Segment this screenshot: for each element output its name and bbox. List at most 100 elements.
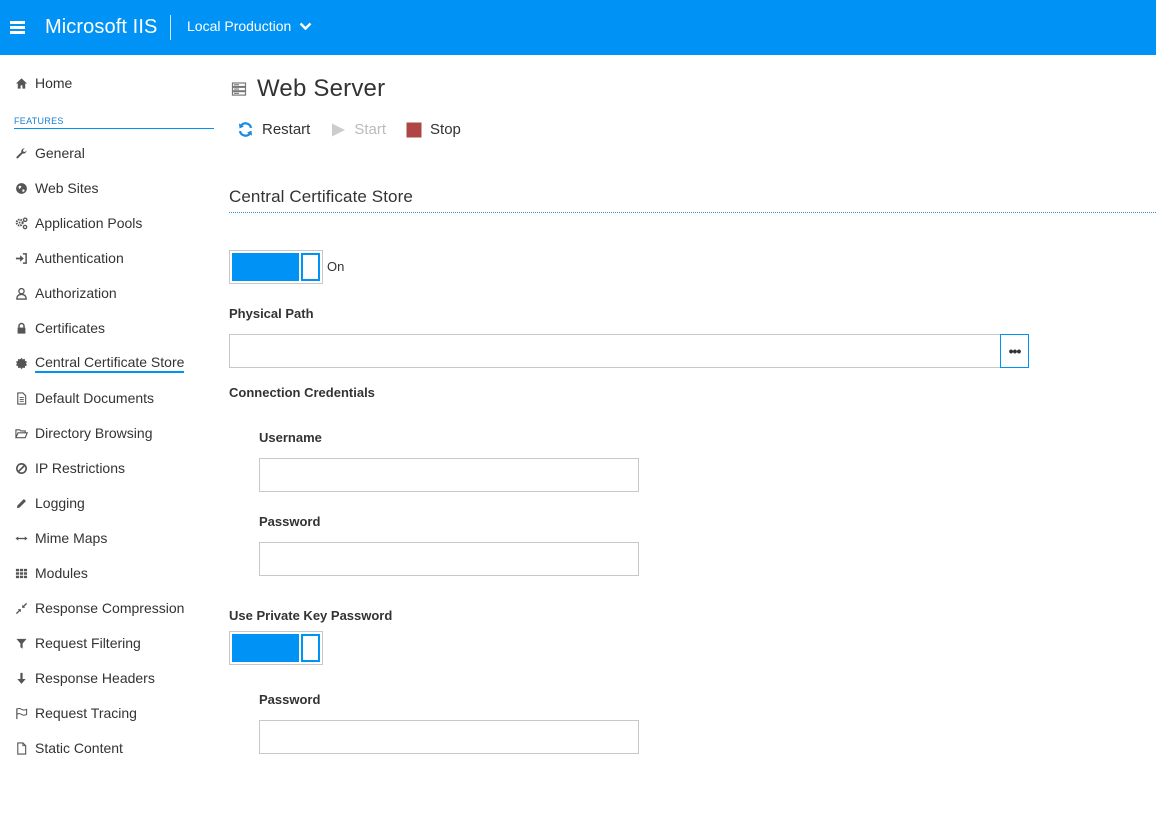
- globe-icon: [14, 181, 28, 195]
- pencil-icon: [14, 496, 28, 510]
- enabled-toggle-label: On: [327, 259, 345, 274]
- private-key-password-label: Password: [259, 692, 321, 707]
- sidebar-item-label: IP Restrictions: [35, 460, 125, 476]
- stop-label: Stop: [430, 121, 461, 138]
- sidebar-item-label: General: [35, 145, 85, 161]
- sidebar-item-static-content[interactable]: Static Content: [14, 737, 123, 759]
- sidebar-item-ip-restrictions[interactable]: IP Restrictions: [14, 457, 125, 479]
- sidebar: Home FEATURES General Web Sites Applicat…: [0, 55, 214, 816]
- flag-icon: [14, 706, 28, 720]
- sidebar-item-label: Request Tracing: [35, 705, 137, 721]
- header-divider: [170, 15, 171, 40]
- sidebar-item-response-headers[interactable]: Response Headers: [14, 667, 155, 689]
- sidebar-item-label: Response Headers: [35, 670, 155, 686]
- arrow-down-icon: [14, 671, 28, 685]
- lock-icon: [14, 321, 28, 335]
- server-actions: Restart Start Stop: [237, 121, 480, 138]
- ban-icon: [14, 461, 28, 475]
- server-name: Local Production: [187, 18, 292, 34]
- sidebar-item-label: Modules: [35, 565, 88, 581]
- toggle-knob: [301, 634, 320, 662]
- sidebar-item-default-documents[interactable]: Default Documents: [14, 387, 154, 409]
- enabled-toggle[interactable]: [229, 250, 323, 284]
- username-label: Username: [259, 430, 322, 445]
- sidebar-item-label: Application Pools: [35, 215, 143, 231]
- private-key-label: Use Private Key Password: [229, 608, 393, 623]
- sidebar-item-central-certificate-store[interactable]: Central Certificate Store: [14, 352, 185, 374]
- filter-icon: [14, 636, 28, 650]
- wrench-icon: [14, 146, 28, 160]
- page-title-text: Web Server: [257, 75, 386, 102]
- sidebar-item-label: Authorization: [35, 285, 117, 301]
- sidebar-item-label: Static Content: [35, 740, 123, 756]
- sidebar-item-general[interactable]: General: [14, 142, 85, 164]
- sidebar-item-label: Request Filtering: [35, 635, 141, 651]
- section-divider: [229, 212, 1156, 213]
- section-title: Central Certificate Store: [229, 187, 413, 206]
- sidebar-item-label: Home: [35, 75, 73, 91]
- sidebar-item-certificates[interactable]: Certificates: [14, 317, 105, 339]
- username-input[interactable]: [259, 458, 639, 492]
- sidebar-item-label: Central Certificate Store: [35, 354, 185, 373]
- sidebar-item-response-compression[interactable]: Response Compression: [14, 597, 184, 619]
- browse-button[interactable]: •••: [1000, 334, 1029, 368]
- toggle-fill: [232, 253, 299, 281]
- sidebar-item-label: Directory Browsing: [35, 425, 153, 441]
- password-input[interactable]: [259, 542, 639, 576]
- document-icon: [14, 391, 28, 405]
- sidebar-item-label: Mime Maps: [35, 530, 108, 546]
- folder-open-icon: [14, 426, 28, 440]
- start-button[interactable]: Start: [329, 121, 386, 138]
- start-label: Start: [354, 121, 387, 138]
- sidebar-item-label: Authentication: [35, 250, 124, 266]
- sidebar-item-label: Certificates: [35, 320, 106, 336]
- sidebar-item-label: Logging: [35, 495, 85, 511]
- arrows-horizontal-icon: [14, 531, 28, 545]
- page-title: Web Server: [231, 75, 385, 103]
- sidebar-item-label: Web Sites: [35, 180, 99, 196]
- restart-label: Restart: [262, 121, 311, 138]
- sidebar-item-label: Response Compression: [35, 600, 185, 616]
- toggle-fill: [232, 634, 299, 662]
- refresh-icon: [237, 121, 254, 138]
- sidebar-item-directory-browsing[interactable]: Directory Browsing: [14, 422, 152, 444]
- restart-button[interactable]: Restart: [237, 121, 310, 138]
- hamburger-menu-icon[interactable]: [10, 21, 25, 34]
- sidebar-item-label: Default Documents: [35, 390, 155, 406]
- private-key-toggle[interactable]: [229, 631, 323, 665]
- features-divider: [14, 128, 214, 129]
- sidebar-item-mime-maps[interactable]: Mime Maps: [14, 527, 107, 549]
- stop-button[interactable]: Stop: [405, 121, 461, 138]
- user-outline-icon: [14, 286, 28, 300]
- sidebar-item-application-pools[interactable]: Application Pools: [14, 212, 142, 234]
- physical-path-label: Physical Path: [229, 306, 314, 321]
- sidebar-item-modules[interactable]: Modules: [14, 562, 88, 584]
- sidebar-item-home[interactable]: Home: [14, 72, 72, 94]
- ellipsis-icon: •••: [1008, 343, 1022, 359]
- server-selector[interactable]: Local Production: [187, 18, 312, 34]
- sidebar-item-request-filtering[interactable]: Request Filtering: [14, 632, 141, 654]
- sidebar-item-web-sites[interactable]: Web Sites: [14, 177, 99, 199]
- file-icon: [14, 741, 28, 755]
- sidebar-item-authorization[interactable]: Authorization: [14, 282, 117, 304]
- password-label: Password: [259, 514, 321, 529]
- sidebar-item-authentication[interactable]: Authentication: [14, 247, 124, 269]
- sidebar-item-request-tracing[interactable]: Request Tracing: [14, 702, 137, 724]
- grid-icon: [14, 566, 28, 580]
- home-icon: [14, 76, 28, 90]
- toggle-knob: [301, 253, 320, 281]
- compress-icon: [14, 601, 28, 615]
- app-brand[interactable]: Microsoft IIS: [45, 16, 157, 39]
- play-icon: [329, 121, 346, 138]
- top-bar: Microsoft IIS Local Production: [0, 0, 1156, 55]
- server-icon: [231, 81, 247, 97]
- gears-icon: [14, 216, 28, 230]
- features-section-label: FEATURES: [14, 116, 64, 126]
- stop-icon: [405, 121, 422, 138]
- sign-in-icon: [14, 251, 28, 265]
- sidebar-item-logging[interactable]: Logging: [14, 492, 85, 514]
- certificate-icon: [14, 356, 28, 370]
- private-key-password-input[interactable]: [259, 720, 639, 754]
- physical-path-input[interactable]: [229, 334, 1001, 368]
- connection-credentials-label: Connection Credentials: [229, 385, 375, 400]
